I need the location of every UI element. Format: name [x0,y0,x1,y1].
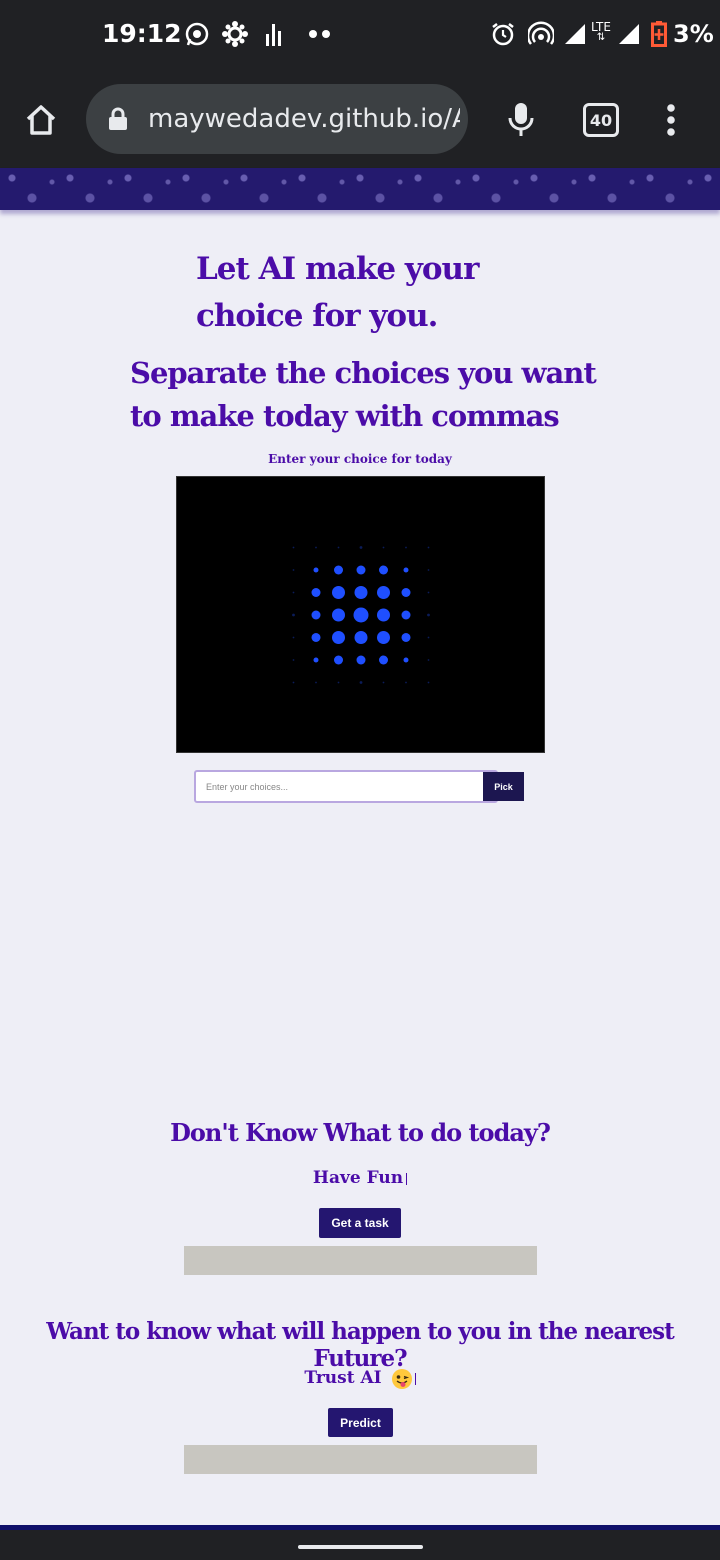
animation-dot [405,546,407,549]
animation-dot [292,591,295,594]
tab-count: 40 [583,103,619,137]
microphone-icon[interactable] [504,100,538,140]
animation-dot [427,636,430,639]
page-subtitle: Separate the choices you want to make to… [130,356,597,433]
status-bar: 19:12 LTE ⇅ 3% [0,0,720,70]
prediction-result-box [184,1445,537,1474]
lock-icon [106,106,130,132]
hotspot-icon [528,20,554,48]
predict-typing-text: Trust AI [0,1368,720,1389]
gesture-handle[interactable] [298,1545,423,1549]
animation-dot [401,588,411,597]
animation-dot [313,657,319,663]
get-task-button[interactable]: Get a task [319,1208,401,1238]
ai-animation [176,476,545,753]
predict-button[interactable]: Predict [328,1408,393,1437]
animation-dot [332,631,345,644]
more-dots-icon [306,20,334,48]
animation-dot [337,681,340,684]
animation-dot [427,613,430,617]
text-caret [406,1172,408,1185]
animation-dot [427,659,430,661]
animation-dot [356,655,366,665]
animation-dot [292,681,295,684]
winking-tongue-emoji-icon [391,1368,412,1389]
overflow-menu-icon[interactable] [658,100,684,140]
tab-switcher-button[interactable]: 40 [583,102,619,138]
animation-dot [292,659,295,661]
animation-dot [292,636,295,639]
animation-dot [379,655,388,665]
animation-dot [359,546,363,549]
battery-percent: 3% [673,20,714,48]
animation-dot [382,546,385,549]
animation-dot [337,546,340,549]
animation-dot [315,546,317,549]
animation-dot [405,681,407,684]
battery-low-icon [650,20,668,48]
animation-dot [334,655,343,665]
animation-dot [377,586,390,599]
animation-dot [403,657,409,663]
animation-dot [427,546,430,549]
animation-dot [313,567,319,573]
animation-dot [382,681,385,684]
input-label: Enter your choice for today [268,452,452,466]
dot-grid-graphic [292,546,430,684]
animation-dot [427,591,430,594]
alarm-icon [490,20,516,48]
network-type: LTE ⇅ [591,20,611,43]
address-bar[interactable]: maywedadev.github.io/A [86,84,468,154]
animation-dot [292,546,295,549]
pick-button[interactable]: Pick [483,772,524,801]
animation-dot [403,567,409,573]
animation-dot [353,607,369,623]
animation-dot [379,565,388,575]
task-result-box [184,1246,537,1275]
animation-dot [354,631,368,644]
animation-dot [354,586,368,599]
animation-dot [332,608,345,622]
animation-dot [334,565,343,575]
header-banner [0,168,720,210]
animation-dot [311,633,321,642]
animation-dot [401,633,411,642]
animation-dot [292,569,295,571]
home-icon[interactable] [20,99,62,141]
typing-text: Have Fun [312,1168,404,1188]
animation-dot [377,608,390,622]
animation-dot [401,610,411,620]
whatsapp-icon [183,20,211,48]
animation-dot [332,586,345,599]
animation-dot [356,565,366,575]
animation-dot [311,610,321,620]
signal-icon [563,20,587,48]
animation-dot [359,681,363,684]
status-time: 19:12 [102,19,182,48]
equalizer-icon [264,20,284,48]
choices-input[interactable] [194,770,498,803]
text-caret [414,1372,416,1385]
app-icon [221,20,249,48]
page-title: Let AI make your choice for you. [196,251,479,334]
animation-dot [315,681,317,684]
predict-section-title: Want to know what will happen to you in … [46,1318,675,1372]
typing-text: Trust AI [304,1368,382,1388]
browser-toolbar: maywedadev.github.io/A 40 [0,70,720,168]
url-text: maywedadev.github.io/A [148,104,460,134]
task-section-title: Don't Know What to do today? [170,1118,551,1147]
animation-dot [311,588,321,597]
animation-dot [427,681,430,684]
task-typing-text: Have Fun [0,1168,720,1188]
system-nav-bar [0,1530,720,1560]
animation-dot [292,613,295,617]
animation-dot [427,569,430,571]
signal-icon [617,20,641,48]
animation-dot [377,631,390,644]
